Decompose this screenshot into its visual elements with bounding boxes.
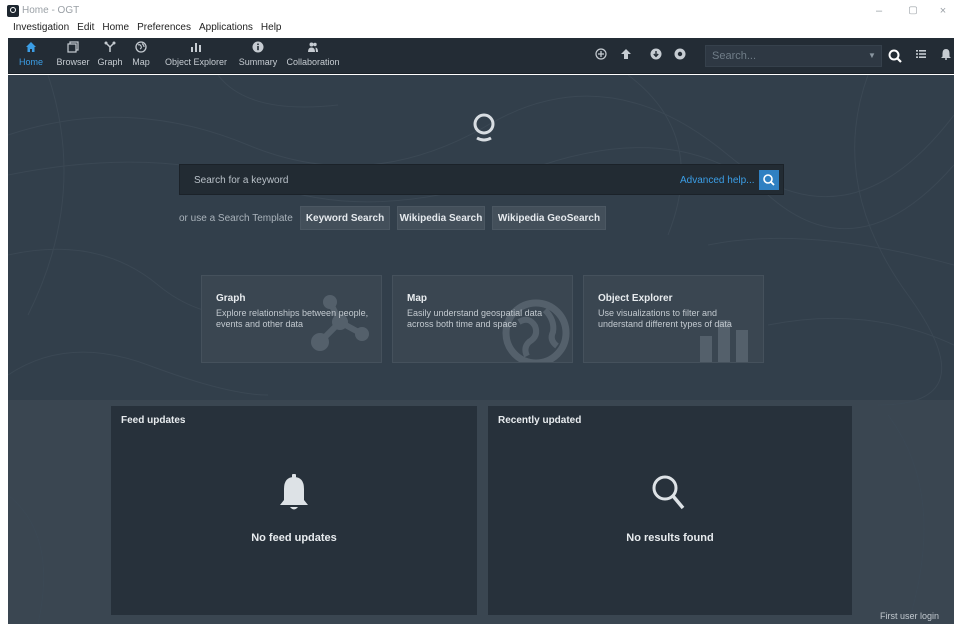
search-template-label: or use a Search Template (179, 213, 293, 224)
graph-feature-card[interactable]: Graph Explore relationships between peop… (201, 275, 382, 363)
nav-browser[interactable]: Browser (53, 40, 93, 72)
keyword-search-field[interactable]: Search for a keyword Advanced help... (179, 164, 784, 195)
menu-investigation[interactable]: Investigation (9, 19, 73, 37)
app-hero-logo-icon (473, 113, 495, 142)
keyword-search-template-button[interactable]: Keyword Search (300, 206, 390, 230)
map-card-description: Easily understand geospatial data across… (407, 308, 543, 329)
nav-collaboration[interactable]: Collaboration (284, 40, 342, 72)
home-icon (16, 40, 46, 57)
browser-icon (53, 40, 93, 57)
upload-icon[interactable] (618, 48, 634, 64)
keyword-search-placeholder: Search for a keyword (194, 175, 289, 186)
search-icon (763, 174, 775, 186)
magnifier-icon (652, 475, 685, 510)
wikipedia-geosearch-template-button[interactable]: Wikipedia GeoSearch (492, 206, 606, 230)
maximize-button[interactable]: ▢ (900, 3, 926, 19)
download-icon[interactable] (648, 48, 664, 64)
nav-object-explorer[interactable]: Object Explorer (160, 40, 232, 72)
recently-updated-empty-message: No results found (626, 532, 714, 544)
nav-home-label: Home (18, 57, 43, 67)
home-page: Search for a keyword Advanced help... or… (8, 75, 954, 624)
nav-map[interactable]: Map (128, 40, 154, 72)
notification-bell-icon[interactable] (938, 48, 954, 64)
nav-summary-label: Summary (238, 57, 278, 67)
nav-collaboration-label: Collaboration (286, 57, 340, 67)
feed-updates-empty-message: No feed updates (251, 532, 337, 544)
object-explorer-feature-card[interactable]: Object Explorer Use visualizations to fi… (583, 275, 764, 363)
info-icon (230, 40, 286, 57)
map-globe-icon (128, 40, 154, 57)
app-logo-icon (7, 5, 19, 17)
object-explorer-card-title: Object Explorer (598, 293, 673, 304)
recently-updated-title: Recently updated (498, 415, 582, 426)
graph-card-title: Graph (216, 293, 246, 304)
menu-bar: Investigation Edit Home Preferences Appl… (0, 19, 286, 37)
feed-updates-panel: Feed updates No feed updates (111, 406, 477, 615)
graph-card-description: Explore relationships between people, ev… (216, 308, 369, 329)
nav-graph-label: Graph (97, 57, 123, 67)
menu-help[interactable]: Help (257, 19, 286, 37)
menu-edit[interactable]: Edit (73, 19, 98, 37)
minimize-button[interactable]: – (866, 3, 892, 19)
nav-summary[interactable]: Summary (230, 40, 286, 72)
map-card-title: Map (407, 293, 427, 304)
bell-icon (280, 474, 308, 510)
wikipedia-search-template-button[interactable]: Wikipedia Search (397, 206, 485, 230)
window-title: Home - OGT (22, 5, 80, 16)
people-icon (284, 40, 342, 57)
global-search-input[interactable]: Search... (705, 45, 882, 67)
object-explorer-card-description: Use visualizations to filter and underst… (598, 308, 732, 329)
search-icon[interactable] (885, 46, 905, 66)
map-feature-card[interactable]: Map Easily understand geospatial data ac… (392, 275, 573, 363)
advanced-help-link[interactable]: Advanced help... (680, 175, 755, 186)
search-dropdown-chevron-icon[interactable]: ▼ (868, 50, 880, 62)
close-button[interactable]: × (930, 3, 954, 19)
help-icon[interactable] (672, 48, 688, 64)
nav-map-label: Map (132, 57, 150, 67)
menu-applications[interactable]: Applications (195, 19, 257, 37)
recently-updated-panel: Recently updated No results found (488, 406, 852, 615)
list-menu-icon[interactable] (913, 48, 929, 64)
first-user-login-link[interactable]: First user login (880, 611, 939, 621)
bar-chart-icon (160, 40, 232, 57)
nav-graph[interactable]: Graph (96, 40, 124, 72)
graph-icon (96, 40, 124, 57)
nav-object-explorer-label: Object Explorer (164, 57, 228, 67)
menu-preferences[interactable]: Preferences (133, 19, 195, 37)
menu-home[interactable]: Home (98, 19, 133, 37)
add-circle-icon[interactable] (593, 48, 609, 64)
nav-browser-label: Browser (56, 57, 90, 67)
feed-updates-title: Feed updates (121, 415, 186, 426)
keyword-search-button[interactable] (759, 170, 779, 190)
nav-home[interactable]: Home (16, 40, 46, 72)
main-toolbar: Home Browser Graph Map Object Explorer S… (8, 38, 954, 74)
